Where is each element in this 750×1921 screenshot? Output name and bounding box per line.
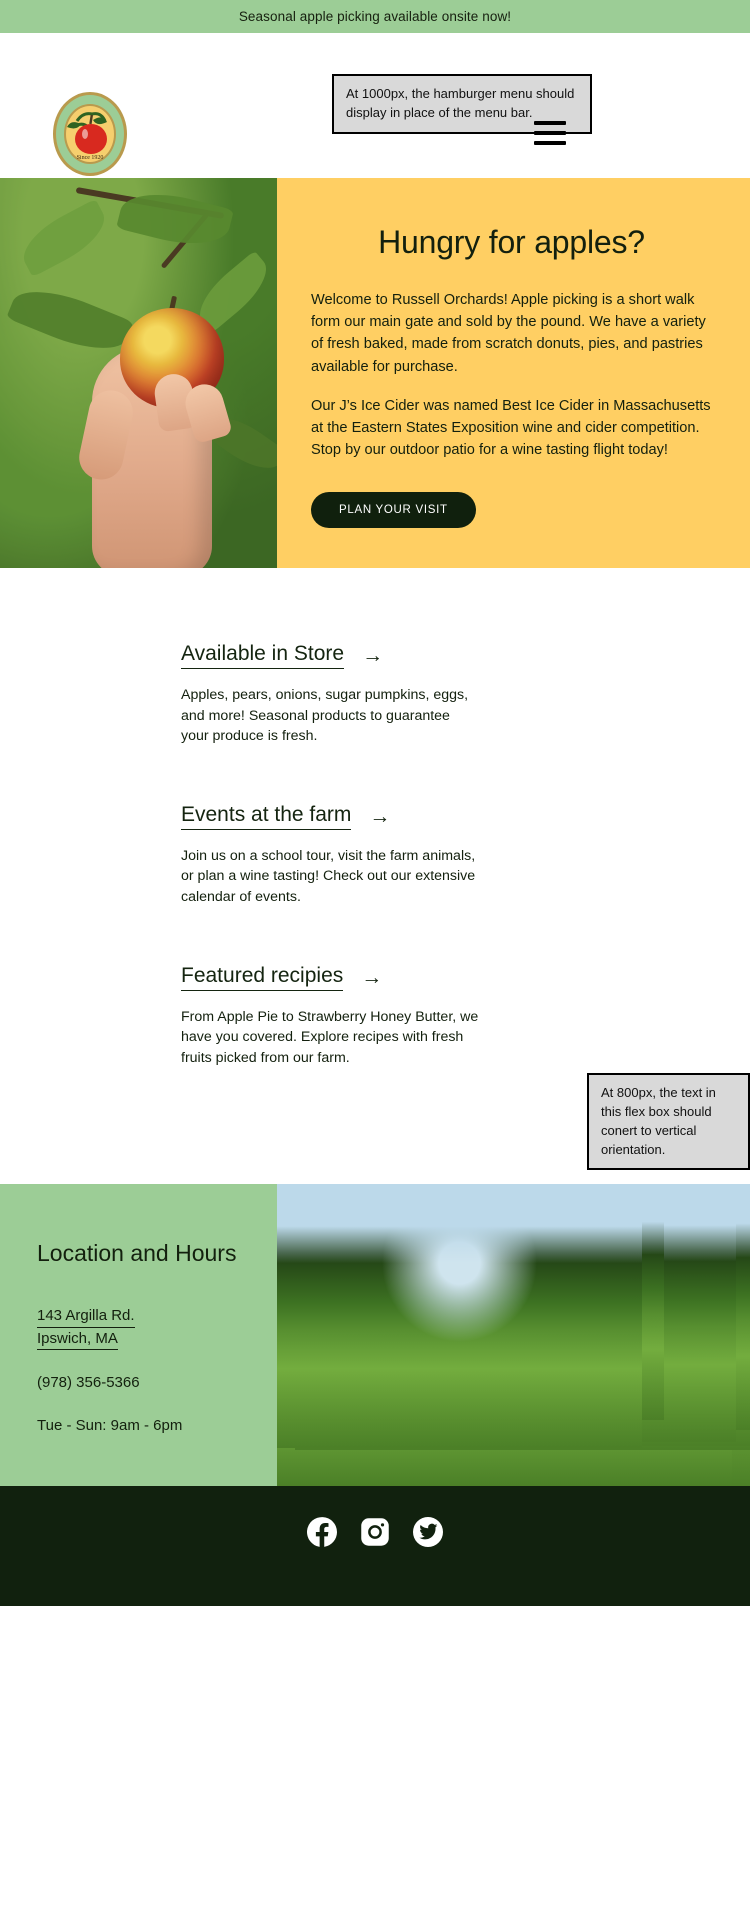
site-header: Since 1920 At 1000px, the hamburger menu…	[0, 33, 750, 178]
hero-content: Hungry for apples? Welcome to Russell Or…	[277, 178, 750, 568]
feature-body: From Apple Pie to Strawberry Honey Butte…	[181, 1008, 479, 1066]
feature-heading: Available in Store	[181, 642, 345, 669]
arrow-right-icon: →	[362, 644, 384, 667]
feature-heading: Events at the farm	[181, 803, 352, 830]
plan-your-visit-button[interactable]: PLAN YOUR VISIT	[311, 492, 476, 529]
site-logo[interactable]: Since 1920	[51, 91, 129, 177]
arrow-right-icon: →	[369, 804, 391, 828]
arrow-right-icon: →	[361, 965, 383, 989]
feature-body: Join us on a school tour, visit the farm…	[181, 847, 476, 905]
feature-block-events-at-the-farm: Events at the farm → Join us on a school…	[181, 803, 481, 908]
twitter-icon[interactable]	[413, 1517, 443, 1548]
location-details: Location and Hours 143 Argilla Rd. Ipswi…	[0, 1184, 277, 1487]
feature-body: Apples, pears, onions, sugar pumpkins, e…	[181, 687, 469, 745]
address-line-1: 143 Argilla Rd.	[37, 1305, 135, 1328]
link-events-at-the-farm[interactable]: Events at the farm →	[181, 803, 390, 830]
feature-heading: Featured recipies	[181, 964, 344, 991]
location-title: Location and Hours	[37, 1240, 237, 1267]
apple-on-ground	[277, 1184, 642, 1449]
hero-paragraph-1: Welcome to Russell Orchards! Apple picki…	[311, 292, 706, 375]
orchard-image	[277, 1184, 750, 1487]
feature-links-section: Available in Store → Apples, pears, onio…	[0, 568, 750, 1185]
facebook-icon[interactable]	[307, 1517, 337, 1548]
announcement-text: Seasonal apple picking available onsite …	[238, 9, 512, 24]
instagram-icon[interactable]	[360, 1517, 390, 1547]
hamburger-menu-icon[interactable]	[534, 121, 566, 145]
annotation-flexbox-note: At 800px, the text in this flex box shou…	[587, 1073, 750, 1171]
announcement-bar: Seasonal apple picking available onsite …	[0, 0, 750, 33]
location-phone: (978) 356-5366	[37, 1373, 140, 1391]
feature-block-featured-recipies: Featured recipies → From Apple Pie to St…	[181, 964, 481, 1069]
svg-text:Since 1920: Since 1920	[77, 155, 104, 161]
hamburger-bar	[534, 131, 566, 135]
address-line-2: Ipswich, MA	[37, 1328, 118, 1350]
hero-image	[0, 178, 277, 568]
link-available-in-store[interactable]: Available in Store →	[181, 642, 383, 669]
location-address-link[interactable]: 143 Argilla Rd. Ipswich, MA	[37, 1305, 135, 1350]
hero-paragraph-2: Our J’s Ice Cider was named Best Ice Cid…	[311, 397, 711, 459]
feature-block-available-in-store: Available in Store → Apples, pears, onio…	[181, 642, 481, 747]
hamburger-bar	[534, 121, 566, 125]
site-footer	[0, 1486, 750, 1607]
hero-section: Hungry for apples? Welcome to Russell Or…	[0, 178, 750, 568]
hamburger-bar	[534, 141, 566, 145]
location-hours: Tue - Sun: 9am - 6pm	[37, 1416, 183, 1434]
link-featured-recipies[interactable]: Featured recipies →	[181, 964, 382, 991]
location-and-hours-section: Location and Hours 143 Argilla Rd. Ipswi…	[0, 1184, 750, 1487]
hero-title: Hungry for apples?	[378, 224, 645, 260]
